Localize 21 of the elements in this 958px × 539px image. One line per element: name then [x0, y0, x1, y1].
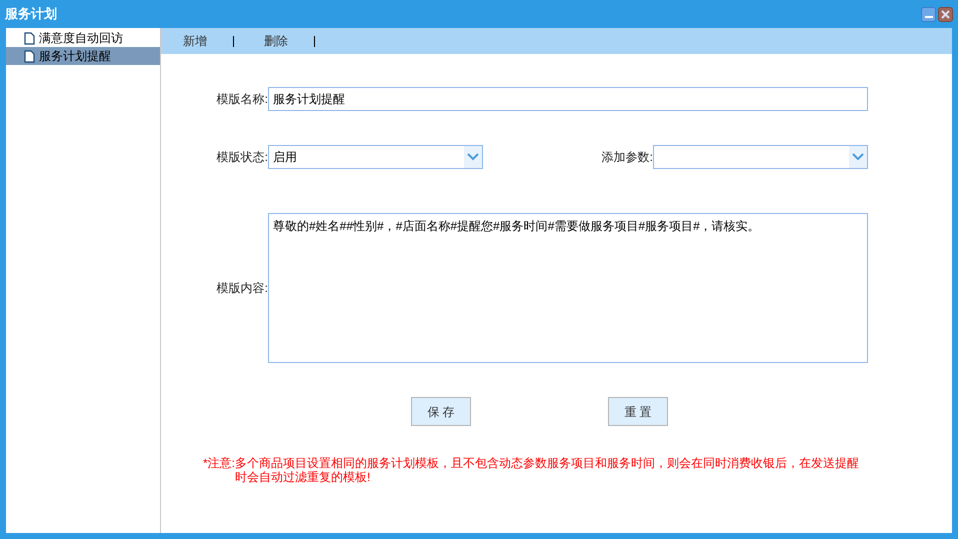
- minimize-button[interactable]: [921, 6, 936, 22]
- field-label: 模版名称:: [216, 91, 268, 108]
- form-button[interactable]: 重 置: [608, 397, 668, 426]
- chevron-down-icon: [849, 146, 867, 168]
- field-label: 模版内容:: [216, 280, 268, 297]
- toolbar-button[interactable]: 删除: [264, 32, 314, 50]
- field-label: 添加参数:: [600, 149, 653, 166]
- form-button[interactable]: 保 存: [411, 397, 471, 426]
- document-icon: [24, 32, 35, 44]
- window-title: 服务计划: [5, 5, 57, 24]
- document-icon: [24, 50, 35, 62]
- toolbar-button[interactable]: 新增: [183, 32, 233, 50]
- chevron-down-icon: [464, 146, 482, 168]
- content-field[interactable]: 尊敬的#姓名##性别#，#店面名称#提醒您#服务时间#需要做服务项目#服务项目#，请核实。: [268, 213, 868, 363]
- note-label: *注意:: [203, 456, 236, 472]
- field-label: 模版状态:: [216, 149, 268, 166]
- status-dropdown[interactable]: 启用: [268, 145, 483, 169]
- sidebar-item[interactable]: 服务计划提醒: [6, 47, 160, 65]
- close-button[interactable]: [938, 6, 953, 22]
- note-text: 多个商品项目设置相同的服务计划模板，且不包含动态参数服务项目和服务时间，则会在同时消费收银后，在发送提醒时会自动过滤重复的模板!: [235, 456, 860, 484]
- name-field[interactable]: 服务计划提醒: [268, 87, 868, 111]
